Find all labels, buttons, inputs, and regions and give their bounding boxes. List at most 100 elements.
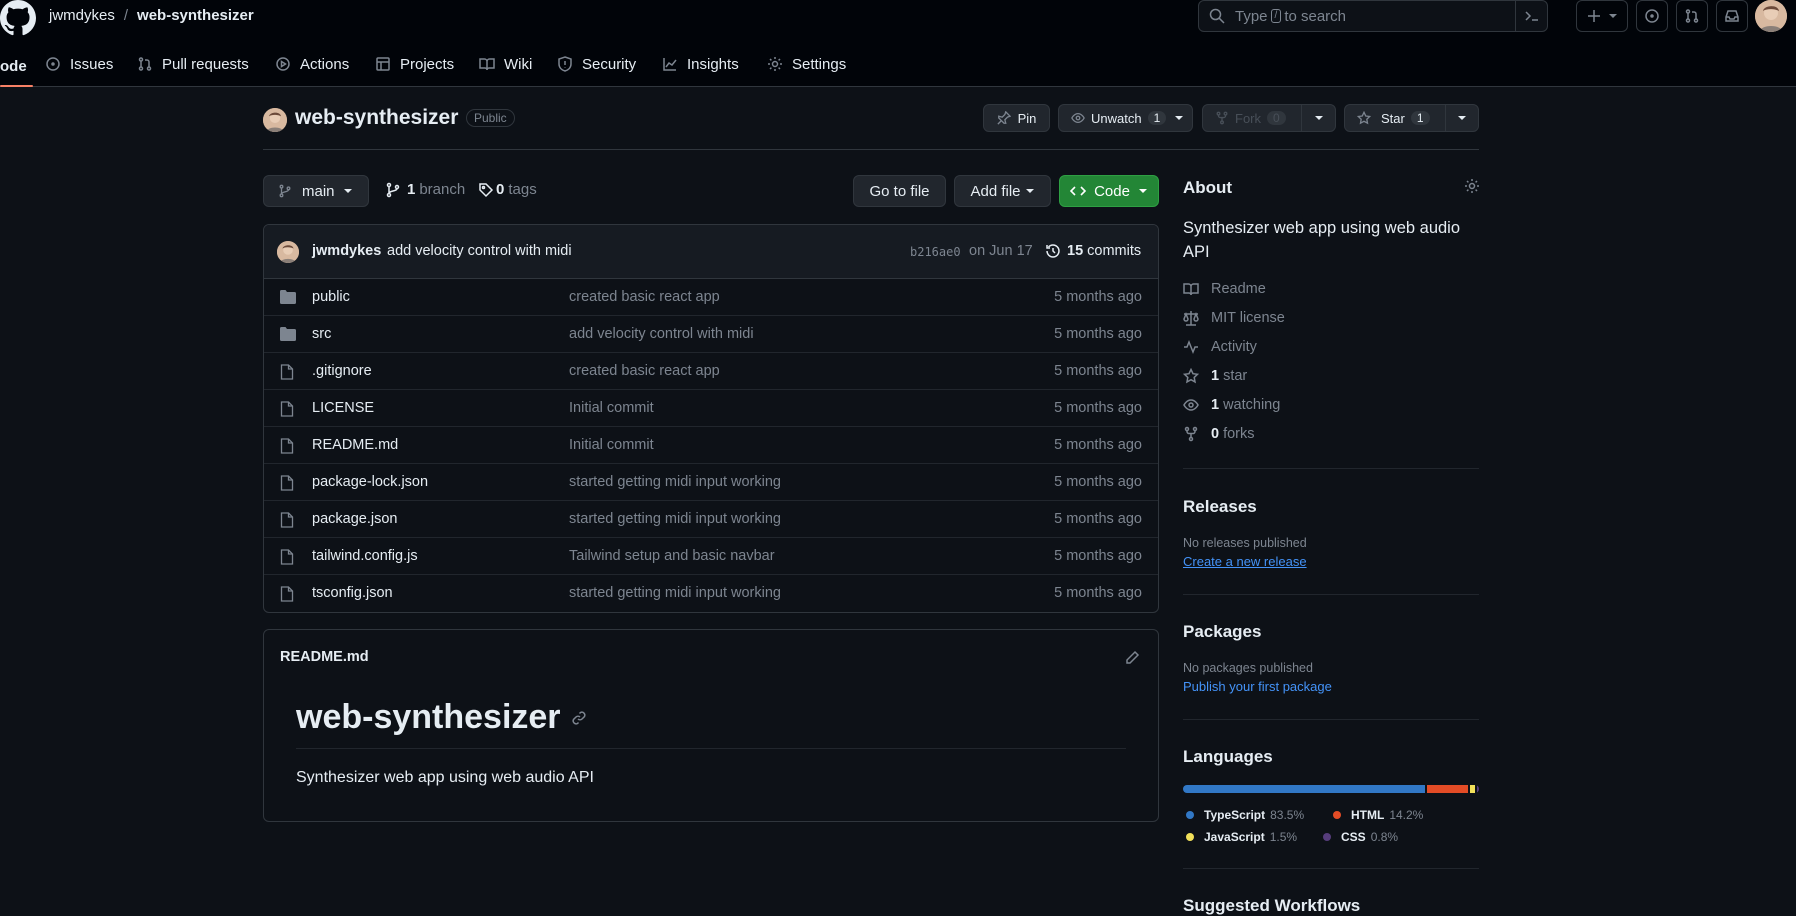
file-name[interactable]: public [312, 289, 350, 305]
license-label: MIT license [1211, 310, 1285, 326]
table-row[interactable]: tsconfig.json started getting midi input … [264, 575, 1158, 612]
file-commit-message[interactable]: Tailwind setup and basic navbar [569, 548, 775, 564]
tab-security[interactable]: Security [557, 44, 636, 84]
table-row[interactable]: README.md Initial commit 5 months ago [264, 427, 1158, 464]
play-icon [276, 57, 290, 71]
table-row[interactable]: LICENSE Initial commit 5 months ago [264, 390, 1158, 427]
file-commit-message[interactable]: created basic react app [569, 289, 720, 305]
table-row[interactable]: .gitignore created basic react app 5 month… [264, 353, 1158, 390]
fork-button[interactable]: Fork 0 [1202, 104, 1302, 132]
tags-link[interactable]: 0 tags [478, 181, 537, 198]
readme-filename[interactable]: README.md [280, 649, 369, 665]
license-link[interactable]: MIT license [1183, 310, 1285, 326]
language-item[interactable]: JavaScript 1.5% [1186, 830, 1297, 844]
tab-wiki[interactable]: Wiki [479, 44, 532, 84]
tab-projects[interactable]: Projects [375, 44, 454, 84]
publish-package-link[interactable]: Publish your first package [1183, 679, 1332, 694]
readme-heading: web-synthesizer [296, 698, 587, 737]
search-placeholder-prefix: Type [1235, 7, 1268, 25]
file-name[interactable]: LICENSE [312, 400, 374, 416]
language-name: TypeScript [1204, 808, 1266, 822]
language-item[interactable]: CSS 0.8% [1323, 830, 1398, 844]
language-item[interactable]: HTML 14.2% [1333, 808, 1423, 822]
tab-security-label: Security [582, 55, 637, 73]
file-name[interactable]: package.json [312, 511, 397, 527]
file-name[interactable]: src [312, 326, 331, 342]
tab-issues[interactable]: Issues [45, 44, 113, 84]
commit-count: 15 [1067, 243, 1084, 259]
go-to-file-button[interactable]: Go to file [853, 175, 946, 207]
inbox-icon[interactable] [1716, 0, 1748, 32]
file-name[interactable]: tailwind.config.js [312, 548, 418, 564]
file-commit-message[interactable]: created basic react app [569, 363, 720, 379]
fork-dropdown-button[interactable] [1301, 104, 1336, 132]
branch-selector[interactable]: main [263, 175, 369, 207]
watchers-link[interactable]: 1 watching [1183, 397, 1280, 413]
file-name[interactable]: .gitignore [312, 363, 372, 379]
breadcrumb-owner[interactable]: jwmdykes [49, 6, 115, 26]
code-button[interactable]: Code [1059, 175, 1159, 207]
breadcrumb-repo[interactable]: web-synthesizer [137, 6, 254, 26]
commits-link[interactable]: 15 commits [1045, 243, 1141, 259]
file-browser: jwmdykes add velocity control with midi … [263, 224, 1159, 613]
file-name[interactable]: package-lock.json [312, 474, 428, 490]
forks-link[interactable]: 0 forks [1183, 426, 1255, 442]
command-palette-icon[interactable] [1515, 1, 1547, 31]
law-icon [1183, 311, 1199, 326]
star-dropdown-button[interactable] [1445, 104, 1479, 132]
add-file-button[interactable]: Add file [954, 175, 1051, 207]
activity-link[interactable]: Activity [1183, 339, 1257, 355]
unwatch-button[interactable]: Unwatch 1 [1058, 104, 1193, 132]
file-name[interactable]: README.md [312, 437, 398, 453]
issues-icon[interactable] [1636, 0, 1668, 32]
language-percent: 83.5% [1270, 808, 1305, 822]
language-bar-segment [1476, 785, 1479, 793]
commit-author[interactable]: jwmdykes [312, 243, 381, 259]
tab-pull-requests[interactable]: Pull requests [137, 44, 249, 84]
file-commit-message[interactable]: Initial commit [569, 437, 654, 453]
readme-link[interactable]: Readme [1183, 281, 1266, 297]
table-row[interactable]: package.json started getting midi input w… [264, 501, 1158, 538]
releases-title[interactable]: Releases [1183, 497, 1257, 517]
file-commit-message[interactable]: add velocity control with midi [569, 326, 754, 342]
search-input[interactable]: Type / to search [1198, 0, 1548, 32]
create-new-button[interactable] [1576, 0, 1628, 32]
pull-requests-icon[interactable] [1676, 0, 1708, 32]
tab-insights[interactable]: Insights [662, 44, 739, 84]
git-branch-icon [386, 182, 400, 197]
repo-title[interactable]: web-synthesizer [295, 106, 458, 130]
language-item[interactable]: TypeScript 83.5% [1186, 808, 1304, 822]
chevron-down-icon [1458, 116, 1466, 120]
star-button[interactable]: Star 1 [1344, 104, 1446, 132]
search-shortcut-key: / [1270, 9, 1282, 23]
commit-sha[interactable]: b216ae0 [910, 245, 961, 259]
table-row[interactable]: src add velocity control with midi 5 month… [264, 316, 1158, 353]
table-row[interactable]: package-lock.json started getting midi in… [264, 464, 1158, 501]
tab-settings[interactable]: Settings [767, 44, 846, 84]
create-release-link[interactable]: Create a new release [1183, 554, 1307, 569]
file-commit-message[interactable]: Initial commit [569, 400, 654, 416]
link-icon[interactable] [571, 710, 587, 726]
commit-message[interactable]: add velocity control with midi [387, 243, 572, 259]
tab-code[interactable]: ode [0, 46, 33, 87]
commit-author-avatar[interactable] [277, 241, 299, 263]
chevron-down-icon [1314, 116, 1323, 120]
table-row[interactable]: public created basic react app 5 months ag… [264, 279, 1158, 316]
gear-icon[interactable] [1464, 178, 1480, 194]
tab-actions[interactable]: Actions [275, 44, 349, 84]
github-logo-icon[interactable] [0, 0, 36, 36]
user-avatar[interactable] [1755, 0, 1787, 32]
pencil-icon[interactable] [1124, 650, 1140, 666]
readme-heading-text: web-synthesizer [296, 698, 561, 736]
file-commit-message[interactable]: started getting midi input working [569, 474, 781, 490]
packages-title[interactable]: Packages [1183, 622, 1261, 642]
file-commit-message[interactable]: started getting midi input working [569, 511, 781, 527]
file-name[interactable]: tsconfig.json [312, 585, 393, 601]
pin-button[interactable]: Pin [983, 104, 1050, 132]
tab-projects-label: Projects [400, 55, 455, 73]
stars-link[interactable]: 1 star [1183, 368, 1247, 384]
branches-link[interactable]: 1 branch [385, 181, 465, 198]
table-row[interactable]: tailwind.config.js Tailwind setup and bas… [264, 538, 1158, 575]
owner-avatar[interactable] [263, 108, 287, 132]
file-commit-message[interactable]: started getting midi input working [569, 585, 781, 601]
